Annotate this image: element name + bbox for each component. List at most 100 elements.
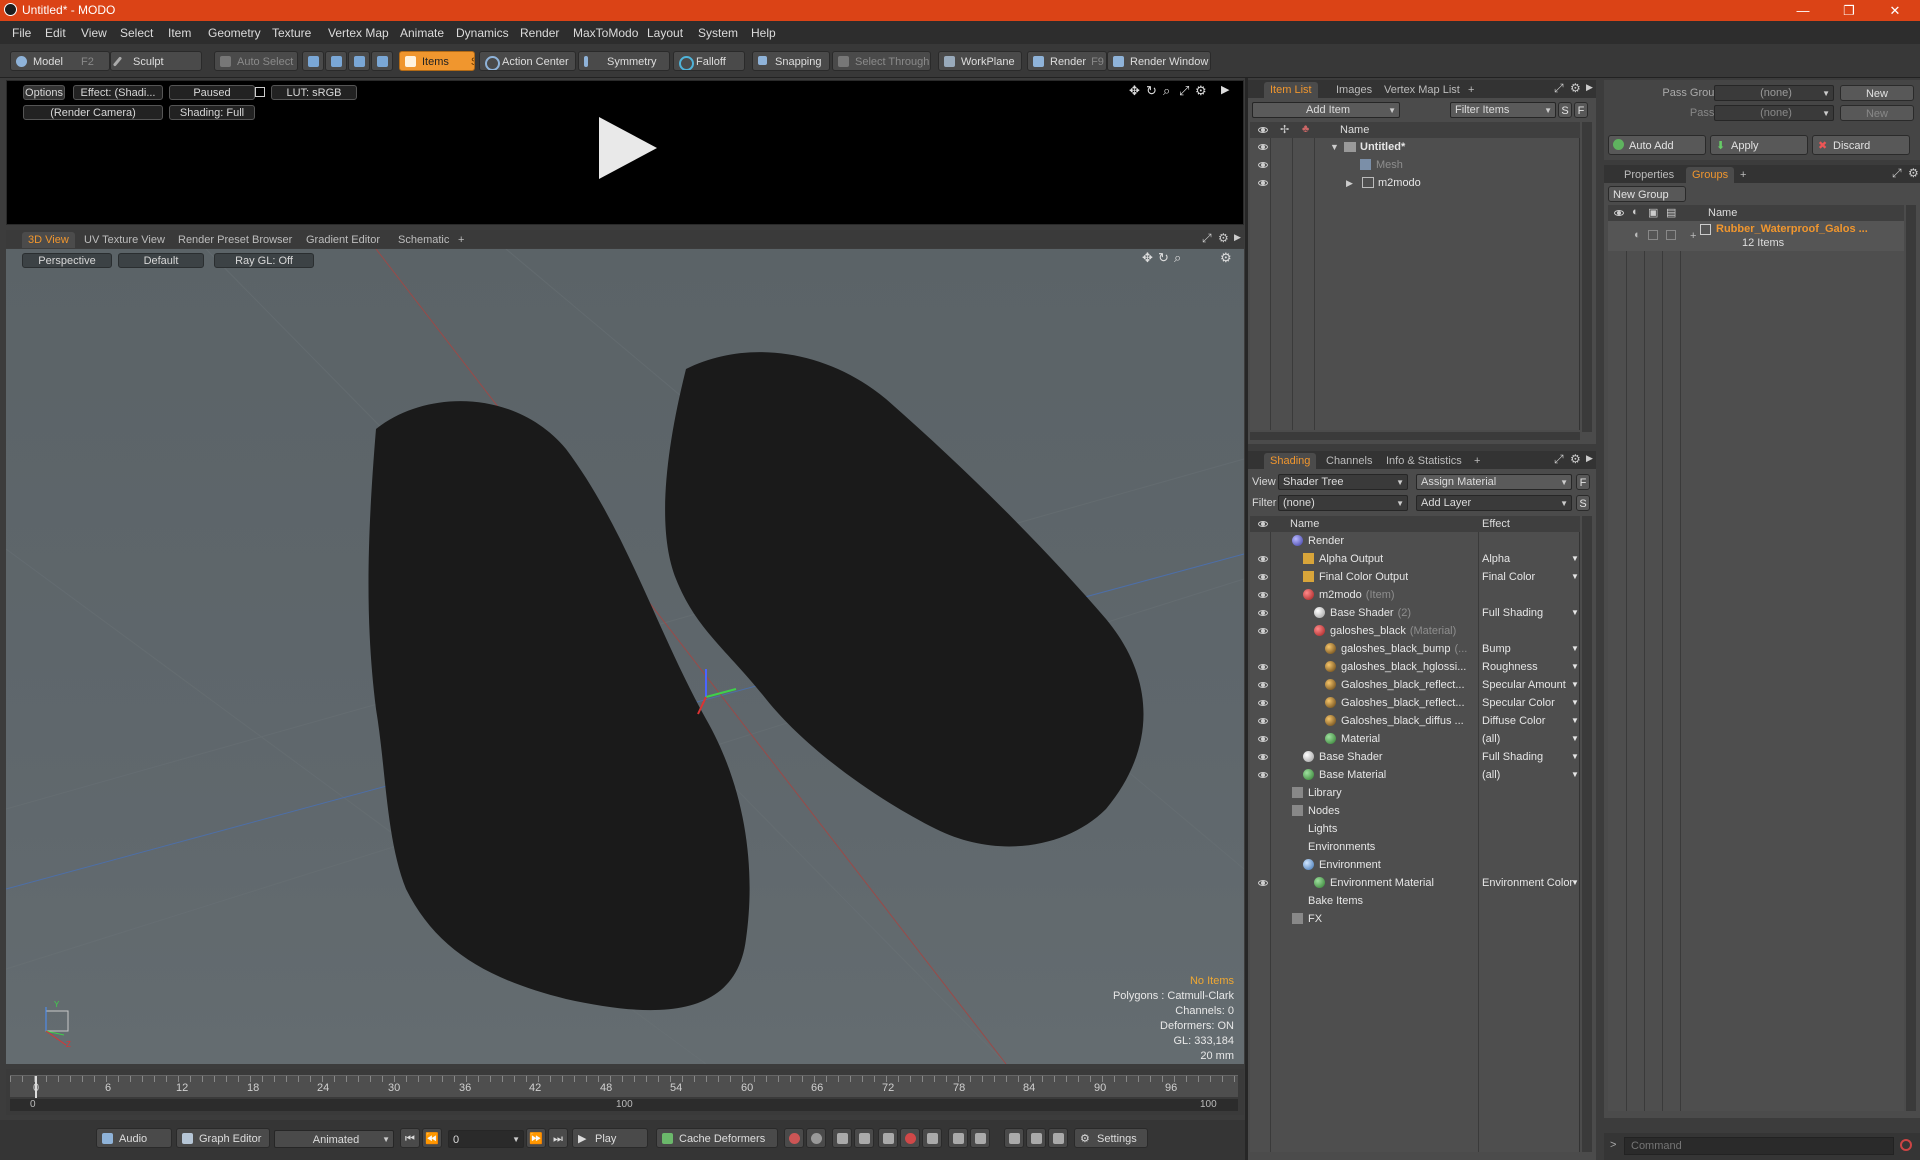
item-list-s-button[interactable]: S (1558, 102, 1572, 118)
tab-groups[interactable]: Groups (1686, 167, 1735, 183)
menu-select[interactable]: Select (120, 26, 153, 40)
shader-tree-row[interactable]: Environment (1250, 856, 1580, 874)
edges-mode-button[interactable] (325, 51, 347, 71)
effect-dropdown-arrow-icon[interactable]: ▼ (1571, 766, 1579, 784)
item-list-add-tab[interactable]: + (1462, 82, 1480, 98)
shader-tree-row[interactable]: Bake Items (1250, 892, 1580, 910)
shader-tree-row[interactable]: Base Shader (2) Full Shading ▼ (1250, 604, 1580, 622)
next-frame-button[interactable] (948, 1128, 968, 1148)
tab-gradient-editor[interactable]: Gradient Editor (300, 232, 386, 248)
tree-row-mesh[interactable]: Mesh (1250, 156, 1580, 174)
shader-row-effect-dropdown[interactable]: Full Shading (1482, 748, 1578, 766)
shading-s-button[interactable]: S (1576, 495, 1590, 511)
visibility-eye-icon[interactable] (1258, 682, 1268, 688)
menu-item[interactable]: Item (168, 26, 191, 40)
cache-deformers-button[interactable]: Cache Deformers (656, 1128, 778, 1148)
expand-arrow-icon[interactable]: ▶ (1346, 174, 1353, 192)
shader-row-effect-dropdown[interactable]: (all) (1482, 730, 1578, 748)
auto-add-button[interactable]: Auto Add (1608, 135, 1706, 155)
tab-channels[interactable]: Channels (1320, 453, 1378, 469)
pass-groups-dropdown[interactable]: (none) (1714, 85, 1834, 101)
shader-tree-row[interactable]: Final Color Output Final Color ▼ (1250, 568, 1580, 586)
add-layer-dropdown[interactable]: Add Layer (1416, 495, 1572, 511)
timeline-range-bar[interactable]: 0 100 100 (10, 1099, 1238, 1111)
shader-tree-row[interactable]: Library (1250, 784, 1580, 802)
shader-tree-row[interactable]: Environment Material Environment Color ▼ (1250, 874, 1580, 892)
shader-row-effect-dropdown[interactable]: Diffuse Color (1482, 712, 1578, 730)
tree-row-scene[interactable]: ▼ Untitled* (1250, 138, 1580, 156)
visibility-eye-icon[interactable] (1258, 574, 1268, 580)
filter-items-input[interactable]: Filter Items (1450, 102, 1556, 118)
shader-row-effect-dropdown[interactable]: Final Color (1482, 568, 1578, 586)
tab-shading[interactable]: Shading (1264, 453, 1317, 469)
effect-dropdown-arrow-icon[interactable]: ▼ (1571, 640, 1579, 658)
effect-dropdown-arrow-icon[interactable]: ▼ (1571, 676, 1579, 694)
shader-tree-row[interactable]: Alpha Output Alpha ▼ (1250, 550, 1580, 568)
viewport-rotate-icon[interactable]: ↻ (1158, 250, 1169, 266)
go-to-end-button[interactable]: ⏭ (548, 1128, 568, 1148)
shading-arrow-icon[interactable]: ▶ (1586, 453, 1593, 464)
menu-vertex-map[interactable]: Vertex Map (328, 26, 389, 40)
shading-maximize-icon[interactable]: ⤢ (1554, 452, 1564, 467)
shader-tree-row[interactable]: Galoshes_black_reflect... Specular Color ▼ (1250, 694, 1580, 712)
shading-gear-icon[interactable]: ⚙ (1570, 452, 1581, 466)
vertices-mode-button[interactable] (302, 51, 324, 71)
frame-input[interactable]: 0 (448, 1130, 524, 1148)
tab-3d-view[interactable]: 3D View (22, 232, 75, 248)
visibility-eye-icon[interactable] (1258, 772, 1268, 778)
visibility-eye-icon[interactable] (1258, 880, 1268, 886)
close-button[interactable]: ✕ (1875, 0, 1915, 21)
panel-gear-icon[interactable]: ⚙ (1218, 231, 1229, 245)
discard-button[interactable]: ✖ Discard (1812, 135, 1910, 155)
render-button[interactable]: Render F9 (1027, 51, 1107, 71)
shader-row-effect-dropdown[interactable]: Full Shading (1482, 604, 1578, 622)
shading-f-button[interactable]: F (1576, 474, 1590, 490)
effect-dropdown-arrow-icon[interactable]: ▼ (1571, 712, 1579, 730)
effect-dropdown-arrow-icon[interactable]: ▼ (1571, 748, 1579, 766)
effect-dropdown-arrow-icon[interactable]: ▼ (1571, 568, 1579, 586)
shader-tree-row[interactable]: Nodes (1250, 802, 1580, 820)
apply-button[interactable]: ⬇ Apply (1710, 135, 1808, 155)
shader-tree-row[interactable]: Galoshes_black_diffus ... Diffuse Color ▼ (1250, 712, 1580, 730)
tab-vertex-map-list[interactable]: Vertex Map List (1378, 82, 1466, 98)
item-list-maximize-icon[interactable]: ⤢ (1554, 81, 1564, 96)
audio-button[interactable]: Audio (96, 1128, 172, 1148)
snapping-button[interactable]: Snapping (752, 51, 830, 71)
sound-scrub-button[interactable] (1048, 1128, 1068, 1148)
shader-tree-row[interactable]: Lights (1250, 820, 1580, 838)
next-frame-2-button[interactable] (970, 1128, 990, 1148)
passes-new-button[interactable]: New (1840, 105, 1914, 121)
select-through-button[interactable]: Select Through (832, 51, 931, 71)
shader-tree-row[interactable]: m2modo (Item) (1250, 586, 1580, 604)
command-history-icon[interactable] (1900, 1139, 1912, 1151)
shader-row-effect-dropdown[interactable]: (all) (1482, 766, 1578, 784)
item-list-f-button[interactable]: F (1574, 102, 1588, 118)
pass-groups-new-button[interactable]: New (1840, 85, 1914, 101)
maximize-panel-icon[interactable]: ⤢ (1202, 231, 1212, 246)
effect-dropdown-arrow-icon[interactable]: ▼ (1571, 658, 1579, 676)
groups-add-tab[interactable]: + (1734, 167, 1752, 183)
shader-row-effect-dropdown[interactable]: Environment Color (1482, 874, 1578, 892)
gear-icon[interactable]: ⚙ (1195, 83, 1207, 99)
groups-maximize-icon[interactable]: ⤢ (1892, 166, 1902, 181)
tab-item-list[interactable]: Item List (1264, 82, 1318, 98)
visibility-eye-icon[interactable] (1258, 162, 1268, 168)
item-list-hscrollbar[interactable] (1250, 432, 1580, 440)
graph-editor-button[interactable]: Graph Editor (176, 1128, 270, 1148)
menu-edit[interactable]: Edit (45, 26, 66, 40)
visibility-eye-icon[interactable] (1258, 718, 1268, 724)
key-button[interactable] (878, 1128, 898, 1148)
visibility-eye-icon[interactable] (1258, 754, 1268, 760)
visibility-eye-icon[interactable] (1258, 144, 1268, 150)
raygl-dropdown[interactable]: Ray GL: Off (214, 253, 314, 268)
tab-render-preset-browser[interactable]: Render Preset Browser (172, 232, 298, 248)
preview-shading-dropdown[interactable]: Shading: Full (169, 105, 255, 120)
shader-tree-row[interactable]: Environments (1250, 838, 1580, 856)
visibility-eye-icon[interactable] (1258, 592, 1268, 598)
shader-tree-row[interactable]: Material (all) ▼ (1250, 730, 1580, 748)
prev-key-button[interactable]: ⏪ (422, 1128, 442, 1148)
playhead[interactable] (35, 1076, 37, 1098)
falloff-button[interactable]: Falloff (673, 51, 745, 71)
menu-render[interactable]: Render (520, 26, 559, 40)
visibility-eye-icon[interactable] (1258, 556, 1268, 562)
